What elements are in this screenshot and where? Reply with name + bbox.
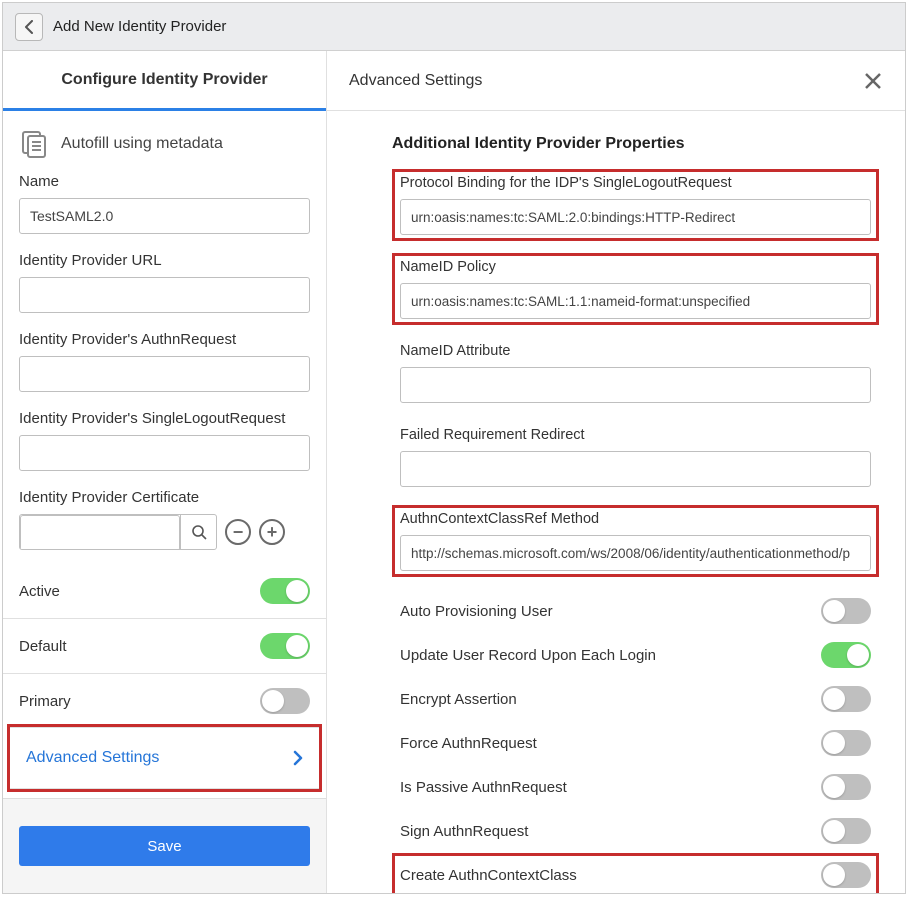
app-root: Add New Identity Provider Configure Iden… <box>2 2 906 894</box>
autofill-label: Autofill using metadata <box>61 135 223 153</box>
autofill-row[interactable]: Autofill using metadata <box>19 129 310 159</box>
switch-default-row: Default <box>19 623 310 669</box>
field-nameid-attribute: NameID Attribute <box>392 337 879 409</box>
switch-update-user-label: Update User Record Upon Each Login <box>400 647 656 664</box>
switch-auto-prov[interactable] <box>821 598 871 624</box>
switch-primary[interactable] <box>260 688 310 714</box>
switch-auto-prov-label: Auto Provisioning User <box>400 603 553 620</box>
label-certificate: Identity Provider Certificate <box>19 489 310 506</box>
left-footer: Save <box>3 798 326 893</box>
switch-default[interactable] <box>260 633 310 659</box>
advanced-settings-highlight: Advanced Settings <box>7 724 322 792</box>
switch-auto-prov-row: Auto Provisioning User <box>392 589 879 633</box>
certificate-input-wrap <box>19 514 217 550</box>
label-slo-request: Identity Provider's SingleLogoutRequest <box>19 410 310 427</box>
field-protocol-binding: Protocol Binding for the IDP's SingleLog… <box>392 169 879 241</box>
switch-default-label: Default <box>19 638 67 655</box>
page-title: Add New Identity Provider <box>53 18 226 35</box>
switch-is-passive-row: Is Passive AuthnRequest <box>392 765 879 809</box>
switch-sign-authn-label: Sign AuthnRequest <box>400 823 528 840</box>
advanced-settings-label: Advanced Settings <box>26 749 159 767</box>
field-slo-request: Identity Provider's SingleLogoutRequest <box>19 410 310 471</box>
switch-create-ctx[interactable] <box>821 862 871 888</box>
right-panel-title: Advanced Settings <box>349 72 482 90</box>
left-panel-body: Autofill using metadata Name Identity Pr… <box>3 111 326 718</box>
certificate-search-button[interactable] <box>180 515 216 549</box>
section-title: Additional Identity Provider Properties <box>392 135 879 153</box>
label-idp-url: Identity Provider URL <box>19 252 310 269</box>
switch-force-authn-label: Force AuthnRequest <box>400 735 537 752</box>
right-panel-body: Additional Identity Provider Properties … <box>327 111 905 893</box>
back-button[interactable] <box>15 13 43 41</box>
label-authn-ctx-method: AuthnContextClassRef Method <box>400 511 871 527</box>
left-panel: Configure Identity Provider Autofill usi… <box>3 51 327 893</box>
input-name[interactable] <box>19 198 310 234</box>
input-slo-request[interactable] <box>19 435 310 471</box>
switch-active-label: Active <box>19 583 60 600</box>
label-authn-request: Identity Provider's AuthnRequest <box>19 331 310 348</box>
input-nameid-policy[interactable] <box>400 283 871 319</box>
close-icon <box>863 71 883 91</box>
label-nameid-policy: NameID Policy <box>400 259 871 275</box>
minus-icon: − <box>233 523 244 541</box>
label-name: Name <box>19 173 310 190</box>
switch-encrypt-label: Encrypt Assertion <box>400 691 517 708</box>
label-protocol-binding: Protocol Binding for the IDP's SingleLog… <box>400 175 871 191</box>
switch-is-passive[interactable] <box>821 774 871 800</box>
switch-primary-label: Primary <box>19 693 71 710</box>
switch-encrypt-row: Encrypt Assertion <box>392 677 879 721</box>
field-authn-ctx-method: AuthnContextClassRef Method <box>392 505 879 577</box>
label-failed-redirect: Failed Requirement Redirect <box>400 427 871 443</box>
switch-create-ctx-label: Create AuthnContextClass <box>400 867 577 884</box>
switch-primary-row: Primary <box>19 678 310 718</box>
save-button[interactable]: Save <box>19 826 310 866</box>
field-nameid-policy: NameID Policy <box>392 253 879 325</box>
field-certificate: Identity Provider Certificate − + <box>19 489 310 550</box>
switch-force-authn[interactable] <box>821 730 871 756</box>
remove-certificate-button[interactable]: − <box>225 519 251 545</box>
field-failed-redirect: Failed Requirement Redirect <box>392 421 879 493</box>
advanced-settings-row[interactable]: Advanced Settings <box>10 727 319 789</box>
close-button[interactable] <box>863 71 883 91</box>
switch-update-user[interactable] <box>821 642 871 668</box>
input-protocol-binding[interactable] <box>400 199 871 235</box>
certificate-row: − + <box>19 514 310 550</box>
topbar: Add New Identity Provider <box>3 3 905 51</box>
chevron-left-icon <box>24 20 34 34</box>
field-idp-url: Identity Provider URL <box>19 252 310 313</box>
main-area: Configure Identity Provider Autofill usi… <box>3 51 905 893</box>
plus-icon: + <box>267 523 278 541</box>
add-certificate-button[interactable]: + <box>259 519 285 545</box>
switch-force-authn-row: Force AuthnRequest <box>392 721 879 765</box>
input-nameid-attribute[interactable] <box>400 367 871 403</box>
switch-active-row: Active <box>19 568 310 614</box>
document-duplicate-icon <box>19 129 49 159</box>
field-authn-request: Identity Provider's AuthnRequest <box>19 331 310 392</box>
field-name: Name <box>19 173 310 234</box>
switch-encrypt[interactable] <box>821 686 871 712</box>
switch-update-user-row: Update User Record Upon Each Login <box>392 633 879 677</box>
divider <box>3 673 326 674</box>
input-failed-redirect[interactable] <box>400 451 871 487</box>
input-idp-url[interactable] <box>19 277 310 313</box>
input-authn-request[interactable] <box>19 356 310 392</box>
switch-active[interactable] <box>260 578 310 604</box>
left-panel-header: Configure Identity Provider <box>3 51 326 111</box>
chevron-right-icon <box>293 750 303 766</box>
switch-create-ctx-row: Create AuthnContextClass <box>392 853 879 893</box>
input-authn-ctx-method[interactable] <box>400 535 871 571</box>
input-certificate[interactable] <box>20 515 180 550</box>
switch-sign-authn[interactable] <box>821 818 871 844</box>
switch-is-passive-label: Is Passive AuthnRequest <box>400 779 567 796</box>
right-panel: Advanced Settings Additional Identity Pr… <box>327 51 905 893</box>
switch-sign-authn-row: Sign AuthnRequest <box>392 809 879 853</box>
label-nameid-attribute: NameID Attribute <box>400 343 871 359</box>
search-icon <box>191 524 207 540</box>
right-panel-header: Advanced Settings <box>327 51 905 111</box>
divider <box>3 618 326 619</box>
